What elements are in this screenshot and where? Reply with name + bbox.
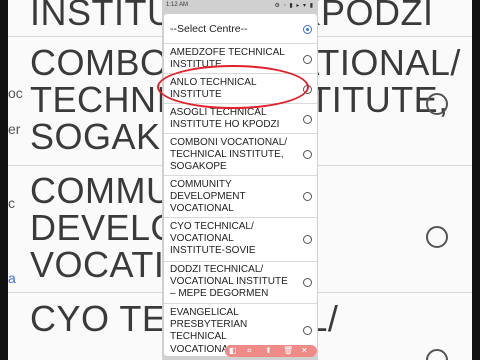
trash-icon[interactable]: 🗑 [283, 346, 293, 355]
option-radio[interactable] [303, 278, 312, 287]
bg-radio [426, 349, 448, 360]
option-radio[interactable] [303, 115, 312, 124]
option-dodzi[interactable]: DODZI TECHNICAL/ VOCATIONAL INSTITUTE – … [164, 262, 317, 304]
option-label: DODZI TECHNICAL/ VOCATIONAL INSTITUTE – … [170, 264, 288, 300]
bg-radio [426, 93, 448, 115]
option-cyo[interactable]: CYO TECHNICAL/ VOCATIONAL INSTITUTE-SOVI… [164, 218, 317, 262]
header-radio-selected[interactable] [303, 25, 312, 34]
bg-edge-text: oc [8, 85, 23, 101]
option-radio[interactable] [303, 150, 312, 159]
option-label: ASOGLI TECHNICAL INSTITUTE HO KPODZI [170, 107, 280, 131]
option-radio[interactable] [303, 235, 312, 244]
close-icon[interactable]: ✕ [301, 346, 308, 355]
status-time: 1:12 AM [166, 2, 189, 8]
bg-radio [426, 226, 448, 248]
status-icons: ⚙ ◦ ▮ ▸ ▾ ▮ [274, 3, 314, 9]
option-label: COMMUNITY DEVELOPMENT VOCATIONAL [170, 179, 246, 215]
grid-icon[interactable]: ⌗ [247, 346, 252, 356]
red-annotation-circle [157, 65, 309, 109]
bg-edge-text: c [8, 195, 15, 211]
option-radio[interactable] [303, 326, 312, 335]
video-letterbox-right [472, 0, 480, 360]
option-radio[interactable] [303, 192, 312, 201]
option-comboni[interactable]: COMBONI VOCATIONAL/ TECHNICAL INSTITUTE,… [164, 134, 317, 176]
phone-screen: 1:12 AM ⚙ ◦ ▮ ▸ ▾ ▮ --Select Centre-- AM… [162, 0, 318, 360]
record-icon[interactable]: ◧ [229, 346, 237, 355]
dropdown-header-option[interactable]: --Select Centre-- [164, 14, 317, 44]
option-label: CYO TECHNICAL/ VOCATIONAL INSTITUTE-SOVI… [170, 221, 256, 257]
bg-edge-text: a [8, 270, 16, 286]
floating-toolbar: ◧ ⌗ ⬆ 🗑 ✕ [225, 345, 317, 357]
option-radio[interactable] [303, 55, 312, 64]
option-community[interactable]: COMMUNITY DEVELOPMENT VOCATIONAL [164, 176, 317, 218]
option-label: COMBONI VOCATIONAL/ TECHNICAL INSTITUTE,… [170, 137, 288, 173]
dropdown-header-label: --Select Centre-- [170, 23, 248, 35]
upload-icon[interactable]: ⬆ [265, 346, 272, 355]
bg-edge-text: er [8, 121, 21, 137]
status-bar: 1:12 AM ⚙ ◦ ▮ ▸ ▾ ▮ [162, 0, 318, 12]
video-letterbox-left [0, 0, 8, 360]
